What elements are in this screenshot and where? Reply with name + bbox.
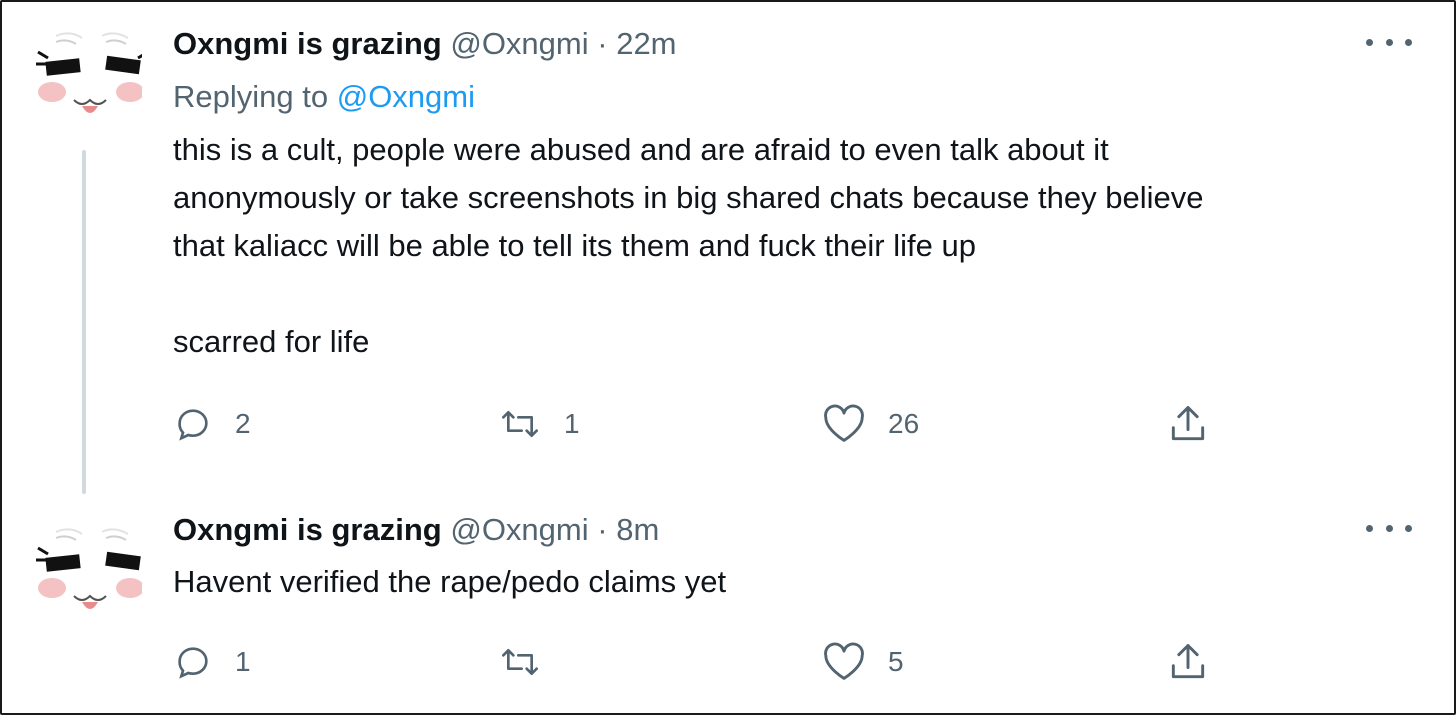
display-name[interactable]: Oxngmi is grazing <box>173 26 442 61</box>
more-options-icon[interactable] <box>1366 30 1412 54</box>
cat-face-avatar-icon[interactable] <box>26 516 144 632</box>
tweet-text-line: scarred for life <box>173 324 370 359</box>
handle[interactable]: @Oxngmi <box>450 26 588 61</box>
reply-button[interactable]: 1 <box>173 642 251 682</box>
reply-button[interactable]: 2 <box>173 404 251 444</box>
share-icon <box>1171 406 1205 441</box>
replying-to: Replying to @Oxngmi <box>173 77 475 117</box>
replying-label: Replying to <box>173 79 329 114</box>
tweet-header: Oxngmi is grazing @Oxngmi · 8m <box>173 510 659 550</box>
tweet-text: this is a cult, people were abused and a… <box>173 126 1413 366</box>
retweet-icon <box>502 411 538 437</box>
more-options-icon[interactable] <box>1366 516 1412 540</box>
tweet-text-line: that kaliacc will be able to tell its th… <box>173 228 976 263</box>
like-count: 26 <box>888 408 920 439</box>
retweet-button[interactable]: 1 <box>498 404 580 444</box>
reply-bubble-icon <box>178 409 208 441</box>
tweet-text-line: anonymously or take screenshots in big s… <box>173 180 1204 215</box>
tweet-2[interactable]: Oxngmi is grazing @Oxngmi · 8m Havent ve… <box>0 500 1456 715</box>
reply-count: 2 <box>235 408 251 439</box>
replying-handle-link[interactable]: @Oxngmi <box>337 79 475 114</box>
like-button[interactable]: 26 <box>822 404 919 444</box>
tweet-text: Havent verified the rape/pedo claims yet <box>173 558 1413 606</box>
separator: · <box>597 512 608 547</box>
reply-count: 1 <box>235 646 251 677</box>
separator: · <box>597 26 608 61</box>
share-button[interactable] <box>1166 640 1210 684</box>
tweet-text-line: Havent verified the rape/pedo claims yet <box>173 564 727 599</box>
timestamp[interactable]: 22m <box>616 26 676 61</box>
retweet-icon <box>502 649 538 675</box>
heart-icon <box>824 404 864 442</box>
retweet-count: 1 <box>564 408 580 439</box>
timestamp[interactable]: 8m <box>616 512 659 547</box>
like-button[interactable]: 5 <box>822 642 904 682</box>
like-count: 5 <box>888 646 904 677</box>
display-name[interactable]: Oxngmi is grazing <box>173 512 442 547</box>
reply-bubble-icon <box>178 647 208 679</box>
tweet-header: Oxngmi is grazing @Oxngmi · 22m <box>173 24 677 64</box>
tweet-text-line: this is a cult, people were abused and a… <box>173 132 1109 167</box>
heart-icon <box>824 642 864 680</box>
retweet-button[interactable] <box>498 642 564 682</box>
handle[interactable]: @Oxngmi <box>450 512 588 547</box>
thread-line <box>82 150 86 494</box>
cat-face-avatar-icon[interactable] <box>26 20 149 136</box>
share-button[interactable] <box>1166 402 1210 446</box>
tweet-1[interactable]: Oxngmi is grazing @Oxngmi · 22m Replying… <box>0 0 1456 500</box>
share-icon <box>1171 644 1205 679</box>
